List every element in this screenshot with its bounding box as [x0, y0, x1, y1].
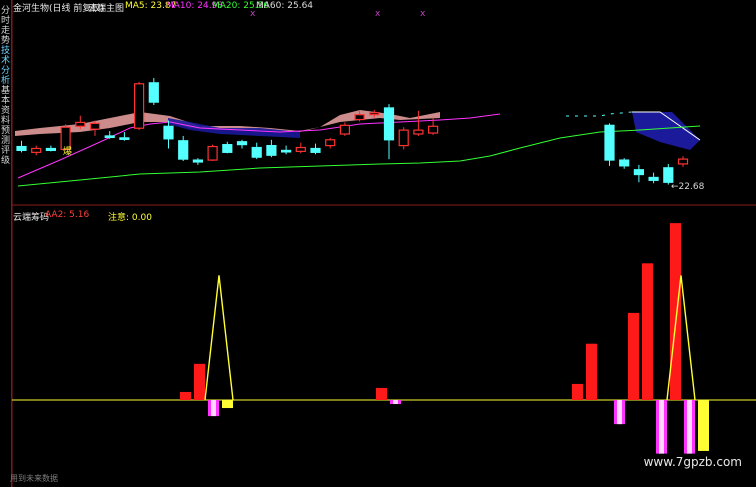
cloud-band-blue-right	[632, 112, 700, 150]
ma5-line-right	[566, 111, 633, 117]
candle-body	[192, 159, 203, 163]
candle-body	[663, 167, 674, 183]
candle-body	[369, 112, 380, 116]
candle-body	[163, 125, 174, 140]
sub-bar-magenta-core	[211, 400, 216, 417]
candle-body	[413, 129, 424, 135]
ma20-line	[17, 125, 701, 187]
sub-bar-red	[376, 387, 387, 400]
candle-body	[104, 135, 115, 139]
candle-body	[383, 107, 395, 141]
candle-body	[398, 129, 409, 147]
cloud-band-blue	[168, 118, 300, 138]
candle-body	[295, 146, 306, 152]
sub-bar-magenta-core	[617, 400, 622, 425]
candle-body	[604, 124, 615, 161]
sub-bar-red	[642, 263, 653, 400]
sub-bar-red	[194, 363, 205, 400]
sub-bar-red	[180, 391, 191, 400]
candle-body	[134, 83, 145, 129]
sub-bar-red	[572, 383, 583, 400]
bao-label: 爆	[63, 147, 73, 157]
top-marker-0: x	[250, 9, 256, 19]
candle-body	[148, 82, 159, 103]
footer-note: 用到未来数据	[10, 474, 58, 483]
candle-body	[178, 140, 189, 160]
sub-bar-yellow	[222, 400, 233, 409]
candle-body	[251, 146, 262, 158]
candle-body	[89, 122, 101, 130]
top-marker-1: x	[375, 9, 381, 19]
signal-spike-0	[204, 275, 234, 401]
candle-body	[428, 125, 439, 134]
candle-body	[119, 137, 130, 140]
low-price-label: ←22.68	[671, 182, 705, 192]
candle-body	[281, 149, 292, 153]
candle-body	[619, 159, 630, 167]
candle-body	[45, 147, 57, 152]
candle-body	[266, 144, 277, 156]
candle-body	[339, 124, 350, 135]
candle-body	[310, 147, 321, 153]
sub-bar-magenta-core	[659, 400, 664, 454]
sub-bar-yellow	[698, 400, 709, 451]
top-marker-2: x	[420, 9, 426, 19]
sub-bar-red	[628, 312, 639, 400]
candle-body	[633, 169, 645, 176]
candle-body	[354, 114, 365, 121]
candle-body	[16, 145, 27, 152]
candle-body	[207, 145, 218, 161]
sub-bar-red	[586, 343, 597, 400]
sub-bar-magenta-core	[393, 400, 398, 405]
candle-body	[677, 158, 689, 165]
chart-canvas[interactable]: xxx	[0, 0, 756, 487]
watermark: www.7gpzb.com	[643, 455, 742, 469]
candle-body	[222, 144, 233, 153]
candle-body	[236, 141, 248, 146]
sub-bar-magenta-core	[687, 400, 692, 454]
candle-body	[75, 121, 86, 127]
candle-body	[325, 139, 336, 147]
sub-bar-red	[670, 223, 681, 400]
candle-body	[648, 176, 659, 181]
candle-body	[31, 147, 42, 153]
